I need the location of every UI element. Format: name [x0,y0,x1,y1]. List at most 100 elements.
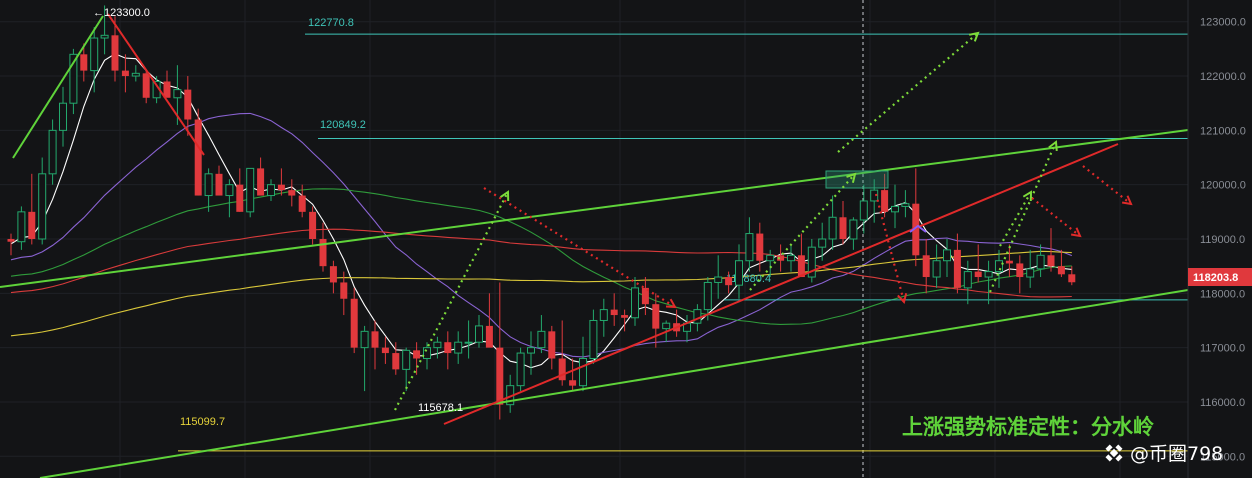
candle-body [329,266,337,283]
candle-body [995,260,1003,273]
y-tick-label: 120000.0 [1200,180,1246,192]
caption-text: 上涨强势标准定性：分水岭 [902,415,1154,439]
candle-body [963,271,972,289]
candle-body [381,347,389,354]
candle-body [413,350,421,359]
resistance-box [825,170,889,189]
y-tick-label: 116000.0 [1200,397,1245,409]
candle-body [7,239,15,242]
candle-body [1047,255,1055,267]
current-price-text: 118203.8 [1193,272,1238,284]
high-label: ←123300.0 [93,7,150,19]
candle-body [236,184,244,212]
candle-body [881,190,889,212]
candle-body [579,358,587,387]
y-tick-label: 122000.0 [1200,71,1246,83]
level-label: 120849.2 [320,119,366,131]
candle-body [267,184,275,197]
candle-body [350,298,358,348]
candle-body [257,168,265,196]
candle-body [454,341,463,354]
candle-body [80,54,88,71]
candle-body [839,217,847,239]
candle-body [1005,260,1013,264]
candle-body [173,89,182,99]
candle-body [599,309,608,321]
y-tick-label: 123000.0 [1200,17,1246,29]
low-label: 115678.1 [418,402,463,414]
candle-body [527,347,535,354]
candle-body [121,70,129,77]
candle-body [610,309,618,316]
candle-body [277,184,285,191]
candle-body [90,37,99,72]
candle-body [340,282,348,299]
watermark-text: @币圈798 [1130,443,1223,465]
candle-body [859,200,868,221]
candle-body [1026,268,1035,278]
candle-body [142,73,150,98]
y-tick-label: 121000.0 [1200,125,1246,137]
candle-body [225,184,234,197]
level-label: 115099.7 [180,416,225,428]
level-label: 122770.8 [308,17,354,29]
candle-body [360,330,369,349]
candle-body [922,255,930,278]
candle-body [48,129,57,175]
candle-body [714,276,723,283]
candle-body [766,254,775,262]
candle-body [131,72,140,77]
y-tick-label: 119000.0 [1200,234,1245,246]
candle-body [298,195,306,212]
candle-body [17,211,26,243]
candle-body [662,322,671,330]
candle-body [974,271,982,278]
candle-body [953,249,961,288]
candle-body [693,309,702,324]
candle-body [246,167,255,213]
candle-body [891,205,899,213]
candle-body [725,277,733,286]
candle-body [100,34,109,39]
candle-body [475,325,483,343]
candle-body [621,315,629,318]
candle-body [631,287,639,319]
candle-body [569,380,577,386]
candle-body [756,233,764,261]
candle-body [589,319,598,359]
level-label: 117880.4 [726,273,771,285]
candle-body [516,352,525,387]
candle-body [745,233,754,262]
price-chart[interactable]: 122770.8120849.2117880.4115099.7 115000.… [0,0,1252,478]
candle-body [787,254,795,262]
candle-body [496,347,504,405]
candle-body [818,238,827,248]
candle-body [371,331,379,348]
candle-body [537,330,546,349]
candle-body [59,102,67,131]
candle-body [932,260,941,278]
candle-body [402,349,411,370]
candle-body [485,325,493,348]
current-price-tag: 118203.8 [1188,268,1252,286]
candle-body [984,271,993,278]
candle-body [1016,263,1024,278]
y-tick-label: 118000.0 [1200,288,1245,300]
candle-body [444,342,452,354]
candle-body [943,249,951,262]
candle-body [288,190,296,196]
candle-body [309,211,317,239]
candle-body [901,203,910,207]
candle-body [111,35,119,71]
candle-body [28,211,36,239]
y-tick-label: 117000.0 [1200,343,1245,355]
candle-body [464,341,473,344]
candle-body [194,119,202,196]
candle-body [703,281,712,311]
candle-body [38,173,47,240]
candle-body [1068,274,1076,283]
candle-body [652,304,660,329]
candle-body [828,216,837,240]
candle-body [548,331,556,359]
candle-body [204,173,213,197]
